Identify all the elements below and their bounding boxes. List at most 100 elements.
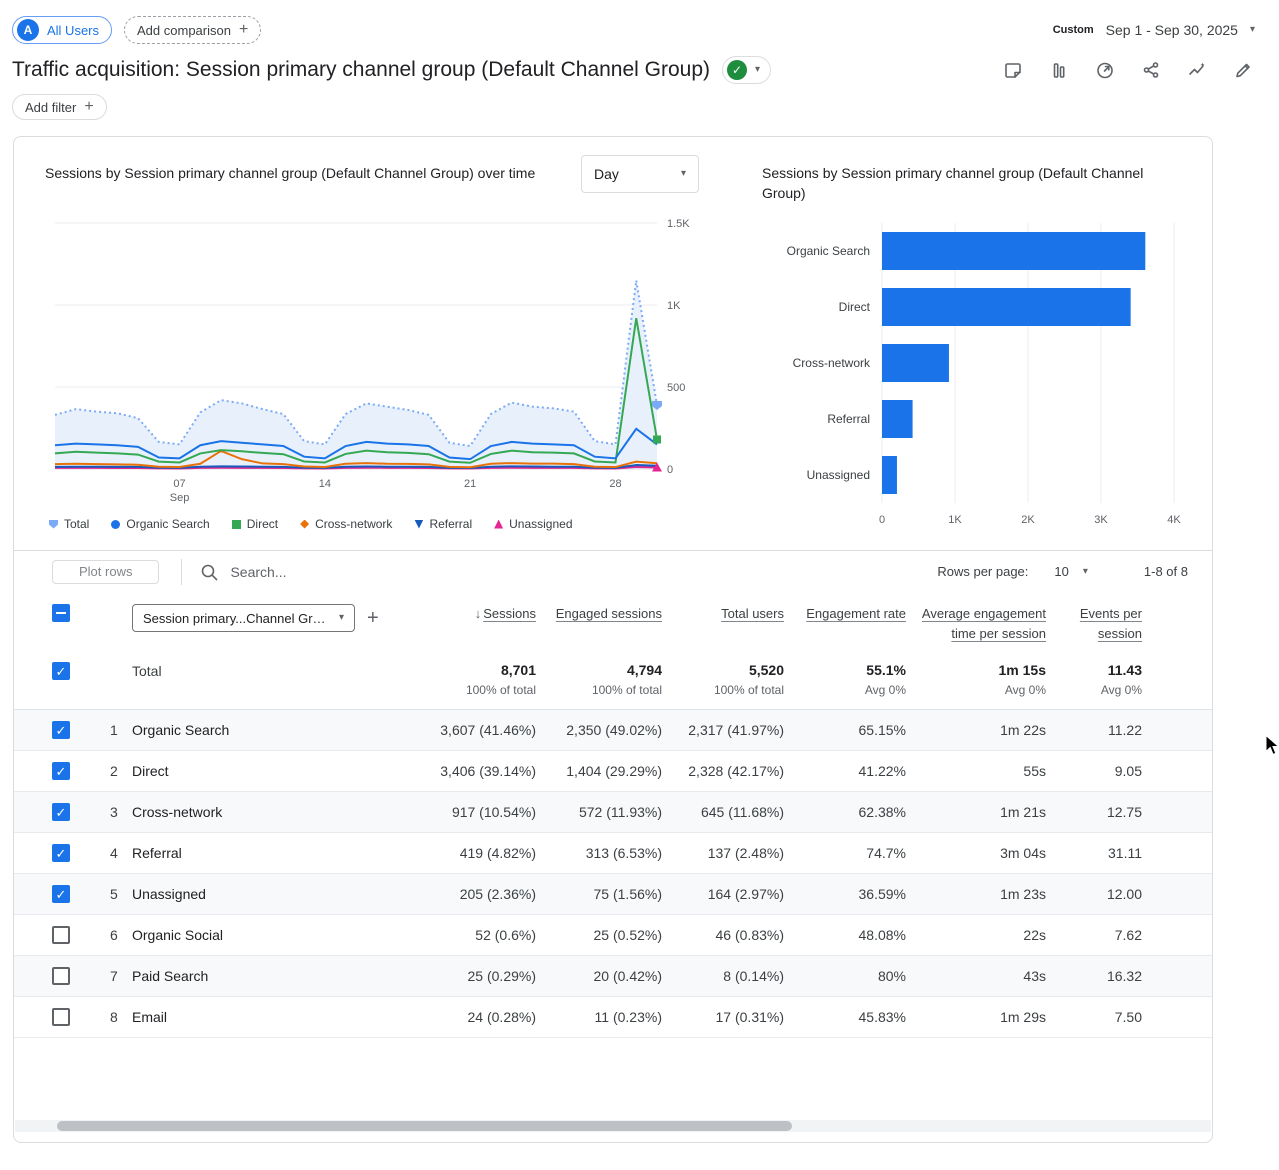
total-users-value: 46 (0.83%): [662, 927, 784, 943]
row-checkbox[interactable]: ✓: [52, 803, 70, 821]
events-per-session-value: 12.75: [1046, 804, 1142, 820]
svg-text:2K: 2K: [1021, 514, 1035, 526]
svg-text:Unassigned: Unassigned: [807, 468, 870, 482]
svg-text:Cross-network: Cross-network: [793, 356, 871, 370]
column-header-total-users[interactable]: Total users: [662, 604, 784, 624]
legend-label: Referral: [429, 517, 472, 531]
table-body: ✓1Organic Search3,607 (41.46%)2,350 (49.…: [14, 710, 1212, 1038]
events-per-session-value: 7.50: [1046, 1009, 1142, 1025]
table-row: 8Email24 (0.28%)11 (0.23%)17 (0.31%)45.8…: [14, 997, 1212, 1038]
column-header-engagement-rate[interactable]: Engagement rate: [784, 604, 906, 624]
square-marker-icon: [232, 520, 241, 529]
row-checkbox[interactable]: [52, 926, 70, 944]
rows-per-page-select[interactable]: 10 ▾: [1054, 564, 1088, 579]
legend-item[interactable]: Referral: [414, 517, 472, 531]
row-checkbox[interactable]: ✓: [52, 721, 70, 739]
caret-down-icon: ▾: [339, 613, 344, 623]
engagement-rate-value: 45.83%: [784, 1009, 906, 1025]
edit-icon[interactable]: [1231, 58, 1255, 82]
svg-text:Direct: Direct: [839, 300, 871, 314]
row-checkbox[interactable]: ✓: [52, 885, 70, 903]
row-number: 8: [96, 1009, 132, 1025]
legend-item[interactable]: Cross-network: [300, 517, 392, 531]
column-header-engaged-sessions[interactable]: Engaged sessions: [536, 604, 662, 624]
caret-down-icon: ▾: [755, 65, 760, 75]
pagination-label: 1-8 of 8: [1144, 564, 1188, 579]
channel-name: Referral: [132, 845, 396, 861]
legend-label: Unassigned: [509, 517, 572, 531]
channel-name: Email: [132, 1009, 396, 1025]
engagement-rate-value: 80%: [784, 968, 906, 984]
date-range-picker[interactable]: Custom Sep 1 - Sep 30, 2025 ▾: [1053, 22, 1255, 38]
plot-rows-button[interactable]: Plot rows: [52, 560, 159, 584]
legend-label: Cross-network: [315, 517, 392, 531]
svg-text:0: 0: [879, 514, 885, 526]
row-checkbox[interactable]: [52, 967, 70, 985]
dimension-select[interactable]: Session primary...Channel Group) ▾: [132, 604, 355, 632]
total-users-value: 8 (0.14%): [662, 968, 784, 984]
rows-per-page-label: Rows per page:: [937, 564, 1028, 579]
share-icon[interactable]: [1139, 58, 1163, 82]
add-comparison-chip[interactable]: Add comparison +: [124, 16, 261, 44]
legend-item[interactable]: Organic Search: [111, 517, 209, 531]
legend-item[interactable]: Total: [49, 517, 89, 531]
table-row: 7Paid Search25 (0.29%)20 (0.42%)8 (0.14%…: [14, 956, 1212, 997]
column-header-avg-engagement-time[interactable]: Average engagement time per session: [906, 604, 1046, 644]
legend-label: Organic Search: [126, 517, 209, 531]
sessions-value: 419 (4.82%): [396, 845, 536, 861]
all-users-chip[interactable]: A All Users: [12, 16, 112, 44]
svg-text:1K: 1K: [948, 514, 962, 526]
events-per-session-value: 16.32: [1046, 968, 1142, 984]
pentagon-marker-icon: [49, 520, 58, 529]
channel-name: Organic Search: [132, 722, 396, 738]
column-header-sessions[interactable]: ↓Sessions: [396, 604, 536, 624]
note-icon[interactable]: [1001, 58, 1025, 82]
svg-text:0: 0: [667, 464, 673, 476]
date-type-label: Custom: [1053, 24, 1094, 36]
search-box[interactable]: [200, 563, 488, 581]
sessions-value: 25 (0.29%): [396, 968, 536, 984]
table-header: Session primary...Channel Group) ▾ + ↓Se…: [14, 592, 1212, 654]
legend-item[interactable]: Direct: [232, 517, 278, 531]
add-dimension-button[interactable]: +: [367, 608, 379, 628]
check-icon: ✓: [727, 60, 747, 80]
avg-engagement-time-value: 22s: [906, 927, 1046, 943]
row-checkbox[interactable]: ✓: [52, 844, 70, 862]
scrollbar-thumb[interactable]: [57, 1121, 792, 1131]
column-header-events-per-session[interactable]: Events per session: [1046, 604, 1142, 644]
columns-icon[interactable]: [1047, 58, 1071, 82]
add-comparison-label: Add comparison: [137, 23, 231, 38]
engaged-sessions-value: 572 (11.93%): [536, 804, 662, 820]
row-number: 4: [96, 845, 132, 861]
channel-name: Organic Social: [132, 927, 396, 943]
svg-text:28: 28: [609, 478, 621, 490]
total-engagement-rate: 55.1%: [784, 662, 906, 678]
row-checkbox[interactable]: ✓: [52, 762, 70, 780]
caret-down-icon: ▾: [1250, 25, 1255, 35]
avg-engagement-time-value: 1m 29s: [906, 1009, 1046, 1025]
speed-icon[interactable]: [1093, 58, 1117, 82]
sessions-over-time-panel: Sessions by Session primary channel grou…: [45, 155, 748, 538]
row-checkbox[interactable]: [52, 1008, 70, 1026]
svg-text:Sep: Sep: [170, 492, 190, 504]
insights-icon[interactable]: [1185, 58, 1209, 82]
svg-text:500: 500: [667, 382, 685, 394]
channel-name: Unassigned: [132, 886, 396, 902]
select-all-checkbox[interactable]: [52, 604, 70, 622]
chart-legend: Total Organic Search Direct Cross-network Re…: [45, 517, 748, 531]
svg-text:1K: 1K: [667, 300, 681, 312]
report-card: Sessions by Session primary channel grou…: [13, 136, 1213, 1143]
avg-engagement-time-value: 1m 22s: [906, 722, 1046, 738]
add-filter-chip[interactable]: Add filter +: [12, 94, 107, 120]
filter-bar: Add filter +: [0, 84, 1279, 120]
search-input[interactable]: [228, 563, 488, 581]
total-checkbox[interactable]: ✓: [52, 662, 70, 680]
sessions-value: 24 (0.28%): [396, 1009, 536, 1025]
engagement-rate-value: 65.15%: [784, 722, 906, 738]
legend-item[interactable]: Unassigned: [494, 517, 572, 531]
data-quality-badge[interactable]: ✓ ▾: [722, 56, 771, 84]
svg-text:07: 07: [173, 478, 185, 490]
legend-label: Total: [64, 517, 89, 531]
engaged-sessions-value: 313 (6.53%): [536, 845, 662, 861]
granularity-select[interactable]: Day ▾: [581, 155, 699, 193]
